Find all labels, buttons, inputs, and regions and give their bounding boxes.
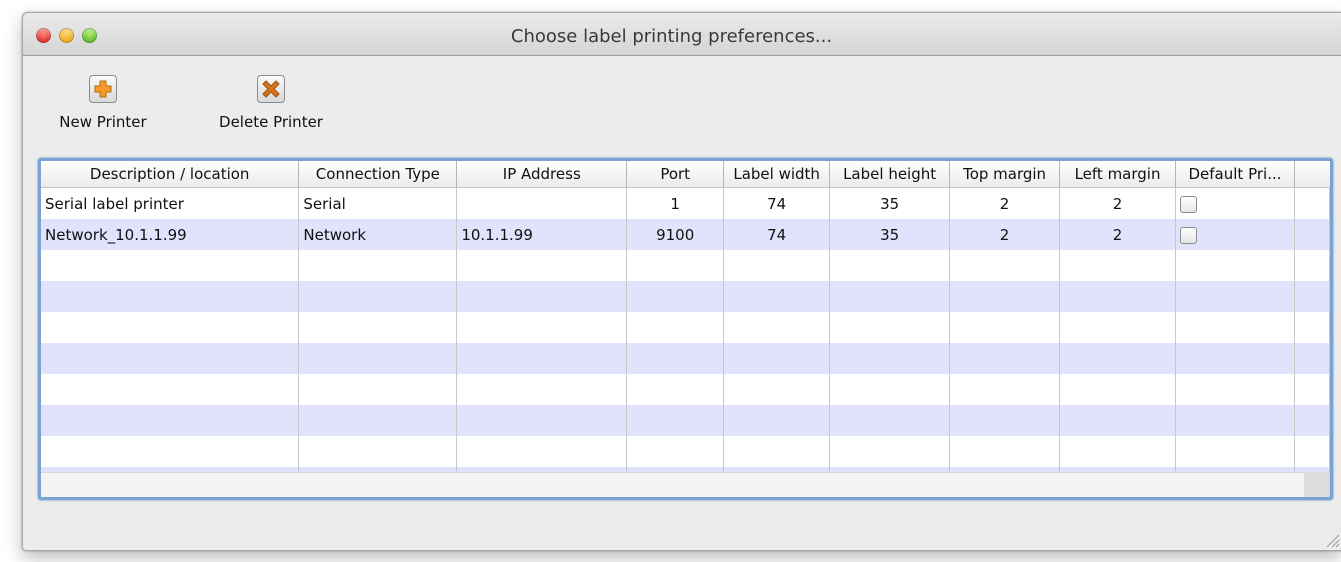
empty-row [41, 405, 1330, 436]
column-header-ip-address[interactable]: IP Address [456, 161, 628, 188]
new-printer-button[interactable]: New Printer [47, 75, 159, 131]
window-title: Choose label printing preferences... [510, 26, 833, 47]
cell-filler [1294, 187, 1330, 219]
scroll-corner [1304, 473, 1330, 497]
default-printer-checkbox[interactable] [1180, 195, 1198, 213]
empty-row [41, 281, 1330, 312]
title-bar[interactable]: Choose label printing preferences... [23, 13, 1341, 56]
cell-ip-address[interactable] [456, 187, 628, 219]
cell-description[interactable]: Serial label printer [41, 187, 300, 219]
horizontal-scrollbar[interactable] [41, 472, 1330, 497]
delete-printer-label: Delete Printer [219, 113, 323, 131]
default-printer-checkbox[interactable] [1180, 226, 1198, 244]
column-header-description[interactable]: Description / location [41, 161, 300, 188]
cell-port[interactable]: 9100 [626, 219, 725, 250]
column-header-filler [1294, 161, 1330, 188]
cell-label-height[interactable]: 35 [829, 187, 951, 219]
column-header-top-margin[interactable]: Top margin [949, 161, 1061, 188]
column-header-connection-type[interactable]: Connection Type [298, 161, 458, 188]
cell-connection-type[interactable]: Serial [298, 187, 458, 219]
table-row[interactable]: Network_10.1.1.99 Network 10.1.1.99 9100… [41, 219, 1330, 250]
cell-default-printer [1175, 187, 1295, 219]
empty-row [41, 250, 1330, 281]
empty-row [41, 374, 1330, 405]
preferences-window: Choose label printing preferences... New… [22, 12, 1341, 551]
cell-left-margin[interactable]: 2 [1059, 219, 1177, 250]
cell-label-width[interactable]: 74 [723, 219, 831, 250]
cell-label-height[interactable]: 35 [829, 219, 951, 250]
column-header-port[interactable]: Port [626, 161, 725, 188]
column-header-left-margin[interactable]: Left margin [1059, 161, 1177, 188]
plus-icon [89, 75, 117, 103]
column-header-default-printer[interactable]: Default Pri... [1175, 161, 1295, 188]
x-icon [257, 75, 285, 103]
cell-ip-address[interactable]: 10.1.1.99 [456, 219, 628, 250]
table-header: Description / location Connection Type I… [41, 161, 1330, 188]
resize-grip-icon[interactable] [1324, 532, 1340, 548]
empty-row [41, 436, 1330, 467]
cell-filler [1294, 219, 1330, 250]
table-row[interactable]: Serial label printer Serial 1 74 35 2 2 [41, 187, 1330, 219]
empty-row [41, 312, 1330, 343]
cell-connection-type[interactable]: Network [298, 219, 458, 250]
new-printer-label: New Printer [59, 113, 147, 131]
cell-default-printer [1175, 219, 1295, 250]
empty-row [41, 343, 1330, 374]
delete-printer-button[interactable]: Delete Printer [201, 75, 341, 131]
printers-table[interactable]: Description / location Connection Type I… [38, 158, 1333, 500]
column-header-label-height[interactable]: Label height [829, 161, 951, 188]
column-header-label-width[interactable]: Label width [723, 161, 831, 188]
cell-port[interactable]: 1 [626, 187, 725, 219]
cell-left-margin[interactable]: 2 [1059, 187, 1177, 219]
cell-top-margin[interactable]: 2 [949, 187, 1061, 219]
cell-top-margin[interactable]: 2 [949, 219, 1061, 250]
cell-label-width[interactable]: 74 [723, 187, 831, 219]
cell-description[interactable]: Network_10.1.1.99 [41, 219, 300, 250]
